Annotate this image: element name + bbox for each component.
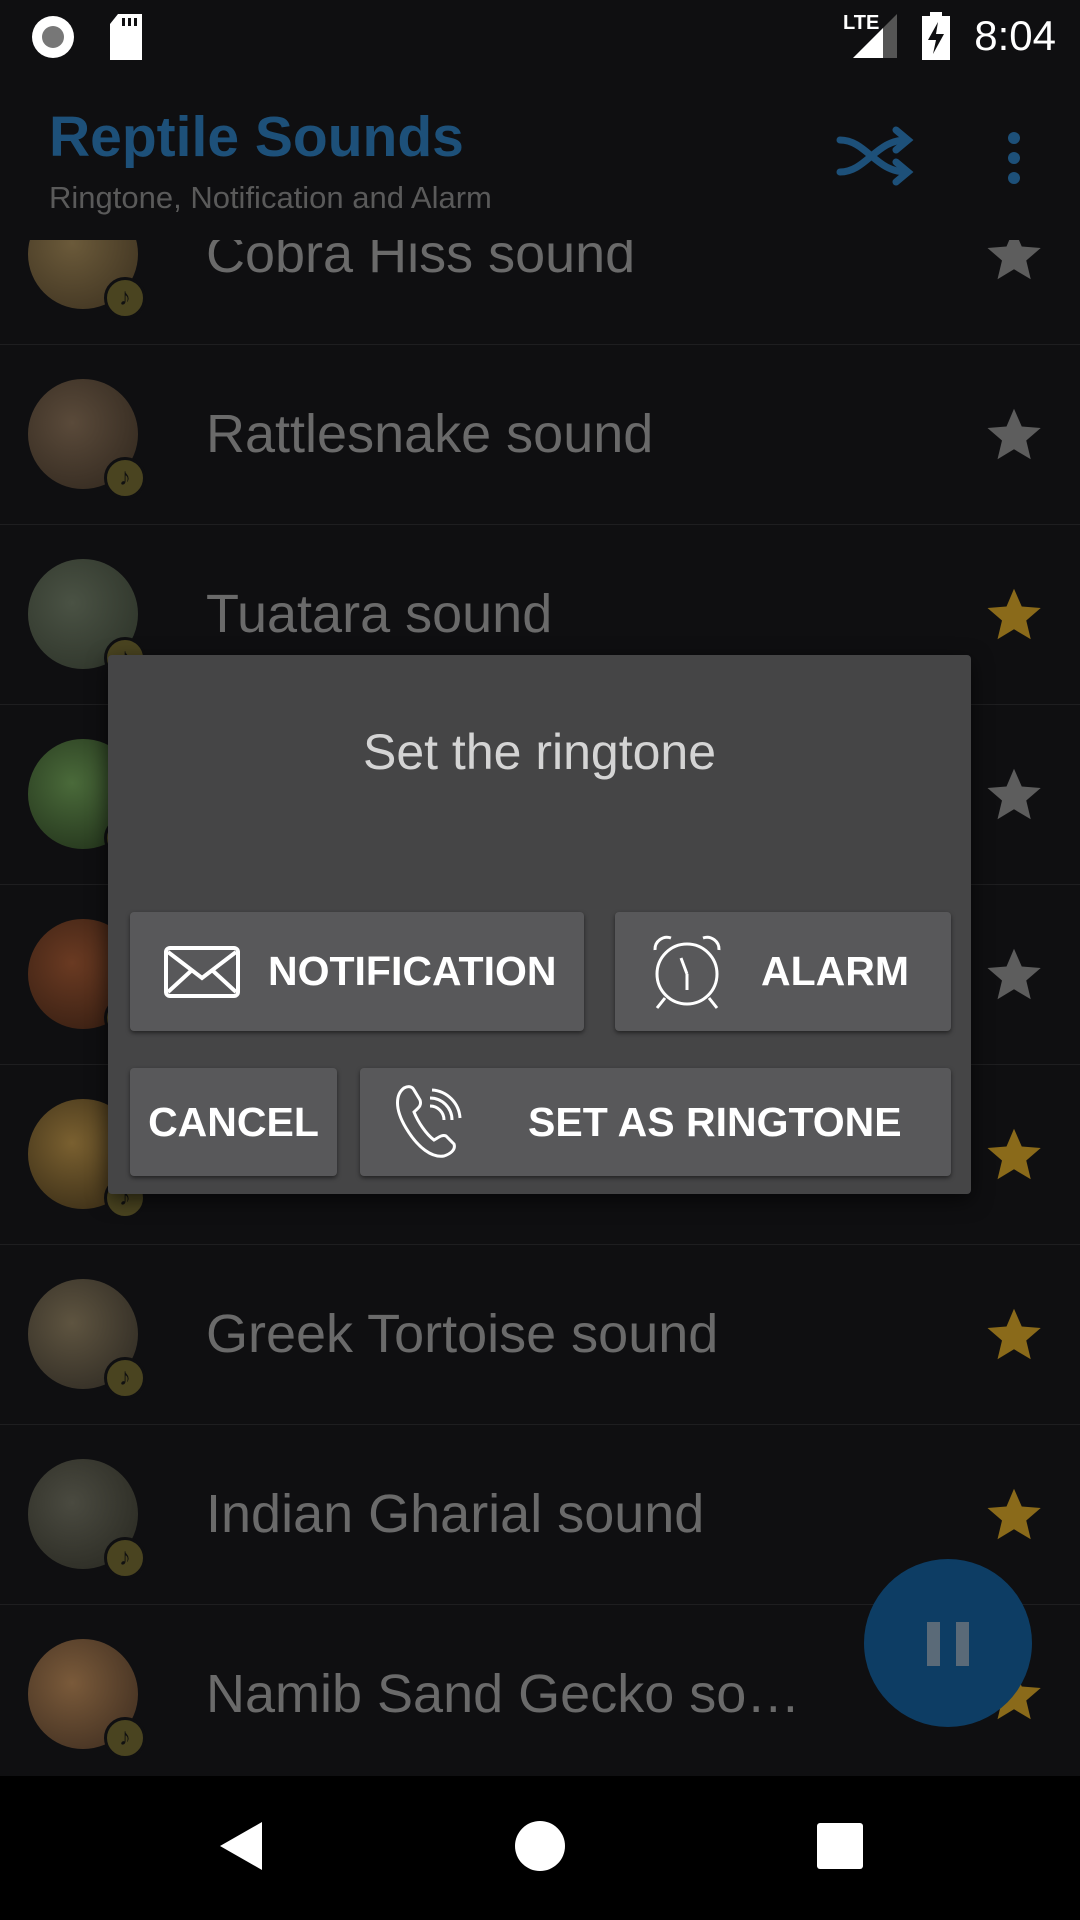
sound-title: Namib Sand Gecko so… xyxy=(206,1664,801,1724)
favorite-star-icon[interactable] xyxy=(984,1305,1044,1365)
music-note-icon: ♪ xyxy=(104,1717,146,1759)
pause-button[interactable] xyxy=(864,1559,1032,1727)
battery-charging-icon xyxy=(922,12,950,60)
more-vert-icon[interactable] xyxy=(1000,130,1028,186)
phone-ringing-icon xyxy=(396,1085,462,1158)
app-bar: Reptile Sounds Ringtone, Notification an… xyxy=(0,74,1080,240)
list-item[interactable]: ♪ Greek Tortoise sound xyxy=(0,1245,1080,1425)
envelope-icon xyxy=(164,945,240,998)
set-as-ringtone-button[interactable]: SET AS RINGTONE xyxy=(360,1068,951,1176)
sd-card-icon xyxy=(110,14,142,60)
record-icon xyxy=(32,16,74,58)
set-ringtone-dialog: Set the ringtone NOTIFICATION ALARM CANC… xyxy=(108,655,971,1194)
clock: 8:04 xyxy=(974,12,1056,59)
favorite-star-icon[interactable] xyxy=(984,1125,1044,1185)
notification-label: NOTIFICATION xyxy=(268,948,557,994)
dialog-title: Set the ringtone xyxy=(362,724,717,780)
sound-title: Rattlesnake sound xyxy=(206,404,654,464)
favorite-star-icon[interactable] xyxy=(984,1485,1044,1545)
sound-title: Tuatara sound xyxy=(206,584,553,644)
favorite-star-icon[interactable] xyxy=(984,765,1044,825)
sound-title: Greek Tortoise sound xyxy=(206,1304,719,1364)
cancel-label: CANCEL xyxy=(148,1098,319,1145)
set-as-ringtone-label: SET AS RINGTONE xyxy=(528,1098,902,1145)
cancel-button[interactable]: CANCEL xyxy=(130,1068,337,1176)
alarm-clock-icon xyxy=(653,935,721,1009)
list-item[interactable]: ♪ Rattlesnake sound xyxy=(0,345,1080,525)
shuffle-icon[interactable] xyxy=(836,126,916,186)
notification-button[interactable]: NOTIFICATION xyxy=(130,912,584,1031)
sound-title: Indian Gharial sound xyxy=(206,1484,705,1544)
favorite-star-icon[interactable] xyxy=(984,405,1044,465)
navigation-bar xyxy=(0,1776,1080,1920)
home-icon[interactable] xyxy=(514,1820,566,1872)
music-note-icon: ♪ xyxy=(104,277,146,319)
signal-icon xyxy=(853,14,897,58)
alarm-label: ALARM xyxy=(761,948,910,994)
music-note-icon: ♪ xyxy=(104,457,146,499)
favorite-star-icon[interactable] xyxy=(984,945,1044,1005)
music-note-icon: ♪ xyxy=(104,1537,146,1579)
status-bar: LTE 8:04 xyxy=(0,0,1080,74)
music-note-icon: ♪ xyxy=(104,1357,146,1399)
app-subtitle: Ringtone, Notification and Alarm xyxy=(49,180,492,215)
favorite-star-icon[interactable] xyxy=(984,585,1044,645)
alarm-button[interactable]: ALARM xyxy=(615,912,951,1031)
back-icon[interactable] xyxy=(216,1820,264,1872)
recents-icon[interactable] xyxy=(817,1823,863,1869)
app-title: Reptile Sounds xyxy=(49,105,464,169)
